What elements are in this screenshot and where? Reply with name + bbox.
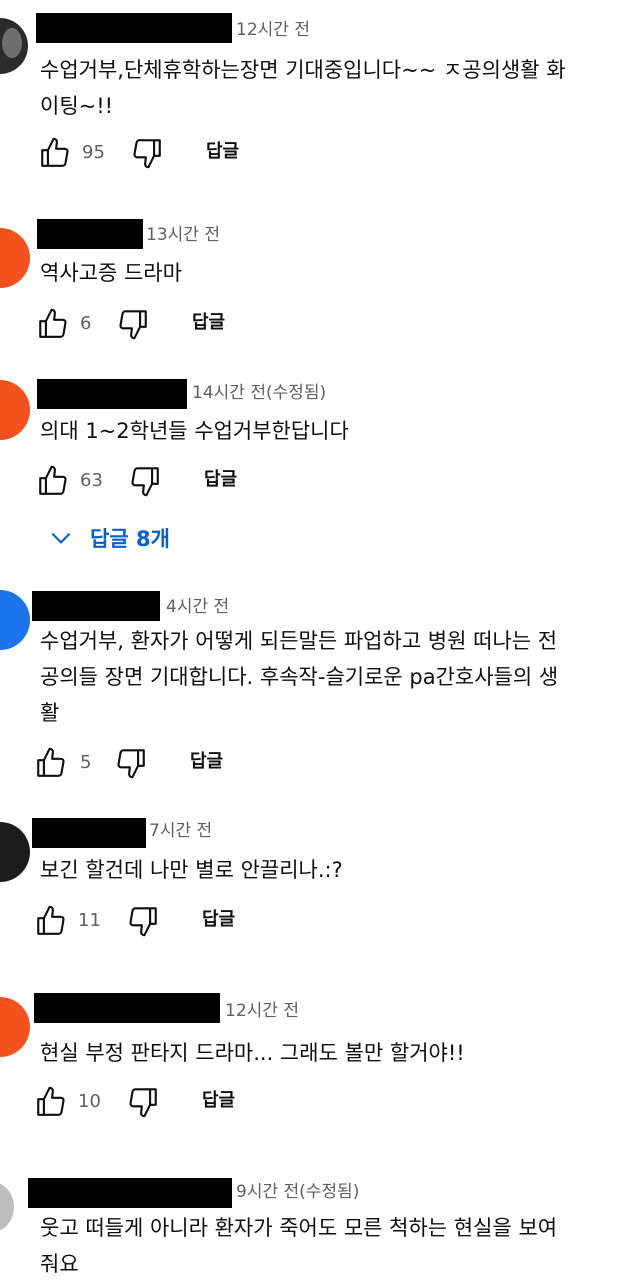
thumbs-up-icon[interactable]	[34, 1085, 68, 1119]
avatar[interactable]	[0, 590, 30, 650]
comment-item: 12시간 전 수업거부,단체휴학하는장면 기대중입니다~~ ㅈ공의생활 화 이팅…	[0, 0, 640, 190]
reply-button[interactable]: 답글	[192, 311, 225, 335]
comment-actions: 5 답글	[34, 746, 334, 780]
thumbs-up-icon[interactable]	[34, 904, 68, 938]
comment-item: 4시간 전 수업거부, 환자가 어떻게 되든말든 파업하고 병원 떠나는 전 공…	[0, 580, 640, 800]
avatar[interactable]	[0, 380, 30, 440]
comment-actions: 6 답글	[36, 307, 336, 341]
view-replies-button[interactable]: 답글 8개	[48, 520, 170, 556]
avatar[interactable]	[0, 228, 30, 288]
comment-actions: 95 답글	[38, 136, 338, 170]
chevron-down-icon	[51, 532, 71, 544]
reply-button[interactable]: 답글	[202, 908, 235, 932]
comment-item: 7시간 전 보긴 할건데 나만 별로 안끌리나.:? 11 답글	[0, 810, 640, 980]
reply-button[interactable]: 답글	[202, 1089, 235, 1113]
avatar[interactable]	[0, 18, 28, 74]
comment-text: 웃고 떠들게 아니라 환자가 죽어도 모른 척하는 현실을 보여 줘요	[40, 1216, 558, 1276]
redacted-author-name	[37, 219, 143, 249]
thumbs-up-icon[interactable]	[34, 746, 68, 780]
redacted-author-name	[34, 993, 220, 1023]
comment-text: 수업거부,단체휴학하는장면 기대중입니다~~ ㅈ공의생활 화 이팅~!!	[40, 58, 566, 118]
comment-timestamp: 13시간 전	[146, 225, 220, 245]
avatar[interactable]	[0, 997, 30, 1057]
thumbs-up-icon[interactable]	[36, 307, 70, 341]
comment-item: 12시간 전 현실 부정 판타지 드라마... 그래도 볼만 할거야!! 10 …	[0, 985, 640, 1145]
redacted-author-name	[32, 591, 160, 621]
comment-actions: 63 답글	[36, 464, 336, 498]
comment-timestamp: 14시간 전(수정됨)	[192, 383, 327, 403]
redacted-author-name	[32, 818, 146, 848]
thumbs-down-icon[interactable]	[114, 746, 148, 780]
reply-button[interactable]: 답글	[190, 750, 223, 774]
comment-timestamp: 4시간 전	[166, 597, 230, 617]
comment-item: 9시간 전(수정됨) 웃고 떠들게 아니라 환자가 죽어도 모른 척하는 현실을…	[0, 1170, 640, 1280]
comment-text: 역사고증 드라마	[40, 261, 182, 285]
comment-timestamp: 7시간 전	[149, 821, 213, 841]
like-count: 95	[82, 142, 105, 163]
like-count: 63	[80, 470, 103, 491]
thumbs-up-icon[interactable]	[38, 136, 72, 170]
redacted-author-name	[37, 379, 187, 409]
thumbs-down-icon[interactable]	[128, 464, 162, 498]
like-count: 5	[80, 752, 92, 773]
comment-timestamp: 12시간 전	[236, 20, 310, 40]
thumbs-down-icon[interactable]	[126, 1085, 160, 1119]
comment-actions: 10 답글	[34, 1085, 334, 1119]
like-count: 10	[78, 1091, 101, 1112]
redacted-author-name	[28, 1178, 232, 1208]
reply-button[interactable]: 답글	[206, 140, 239, 164]
comment-item: 13시간 전 역사고증 드라마 6 답글	[0, 200, 640, 360]
comment-actions: 11 답글	[34, 904, 334, 938]
redacted-author-name	[36, 13, 232, 43]
like-count: 11	[78, 910, 101, 931]
thumbs-down-icon[interactable]	[130, 136, 164, 170]
comment-text: 의대 1~2학년들 수업거부한답니다	[40, 419, 349, 443]
avatar[interactable]	[0, 822, 30, 882]
reply-button[interactable]: 답글	[204, 468, 237, 492]
thumbs-up-icon[interactable]	[36, 464, 70, 498]
comment-text: 보긴 할건데 나만 별로 안끌리나.:?	[40, 858, 343, 882]
thumbs-down-icon[interactable]	[116, 307, 150, 341]
like-count: 6	[80, 313, 92, 334]
comment-text: 현실 부정 판타지 드라마... 그래도 볼만 할거야!!	[40, 1041, 465, 1065]
avatar[interactable]	[0, 1182, 14, 1232]
thumbs-down-icon[interactable]	[126, 904, 160, 938]
view-replies-label: 답글 8개	[90, 527, 170, 551]
comment-text: 수업거부, 환자가 어떻게 되든말든 파업하고 병원 떠나는 전 공의들 장면 …	[40, 629, 559, 725]
comment-timestamp: 12시간 전	[225, 1001, 299, 1021]
comment-timestamp: 9시간 전(수정됨)	[236, 1182, 360, 1202]
